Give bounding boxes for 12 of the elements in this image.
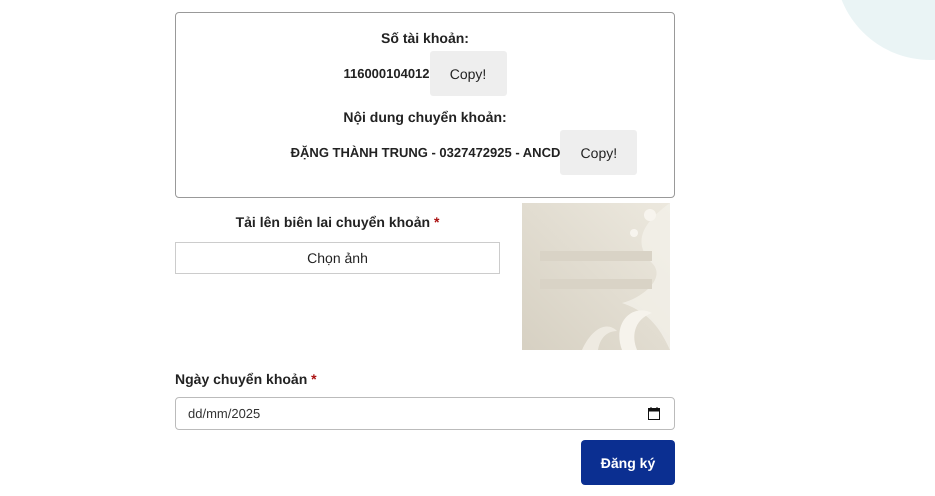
date-field[interactable]: dd/mm/2025 [175,397,675,430]
account-label: Số tài khoản: [381,29,469,48]
calendar-icon[interactable] [648,407,660,420]
date-label: Ngày chuyển khoản * [175,370,318,389]
transfer-note-label: Nội dung chuyển khoản: [343,108,507,127]
copy-button[interactable]: Copy! [430,51,507,96]
upload-label: Tải lên biên lai chuyển khoản * [234,213,440,232]
account-number: 116000104012 [343,66,430,81]
transfer-note-text: ĐẶNG THÀNH TRUNG - 0327472925 - ANCD [290,145,560,160]
register-button[interactable]: Đăng ký [581,440,675,485]
copy-button[interactable]: Copy! [560,130,638,175]
choose-image-button[interactable]: Chọn ảnh [175,242,500,274]
